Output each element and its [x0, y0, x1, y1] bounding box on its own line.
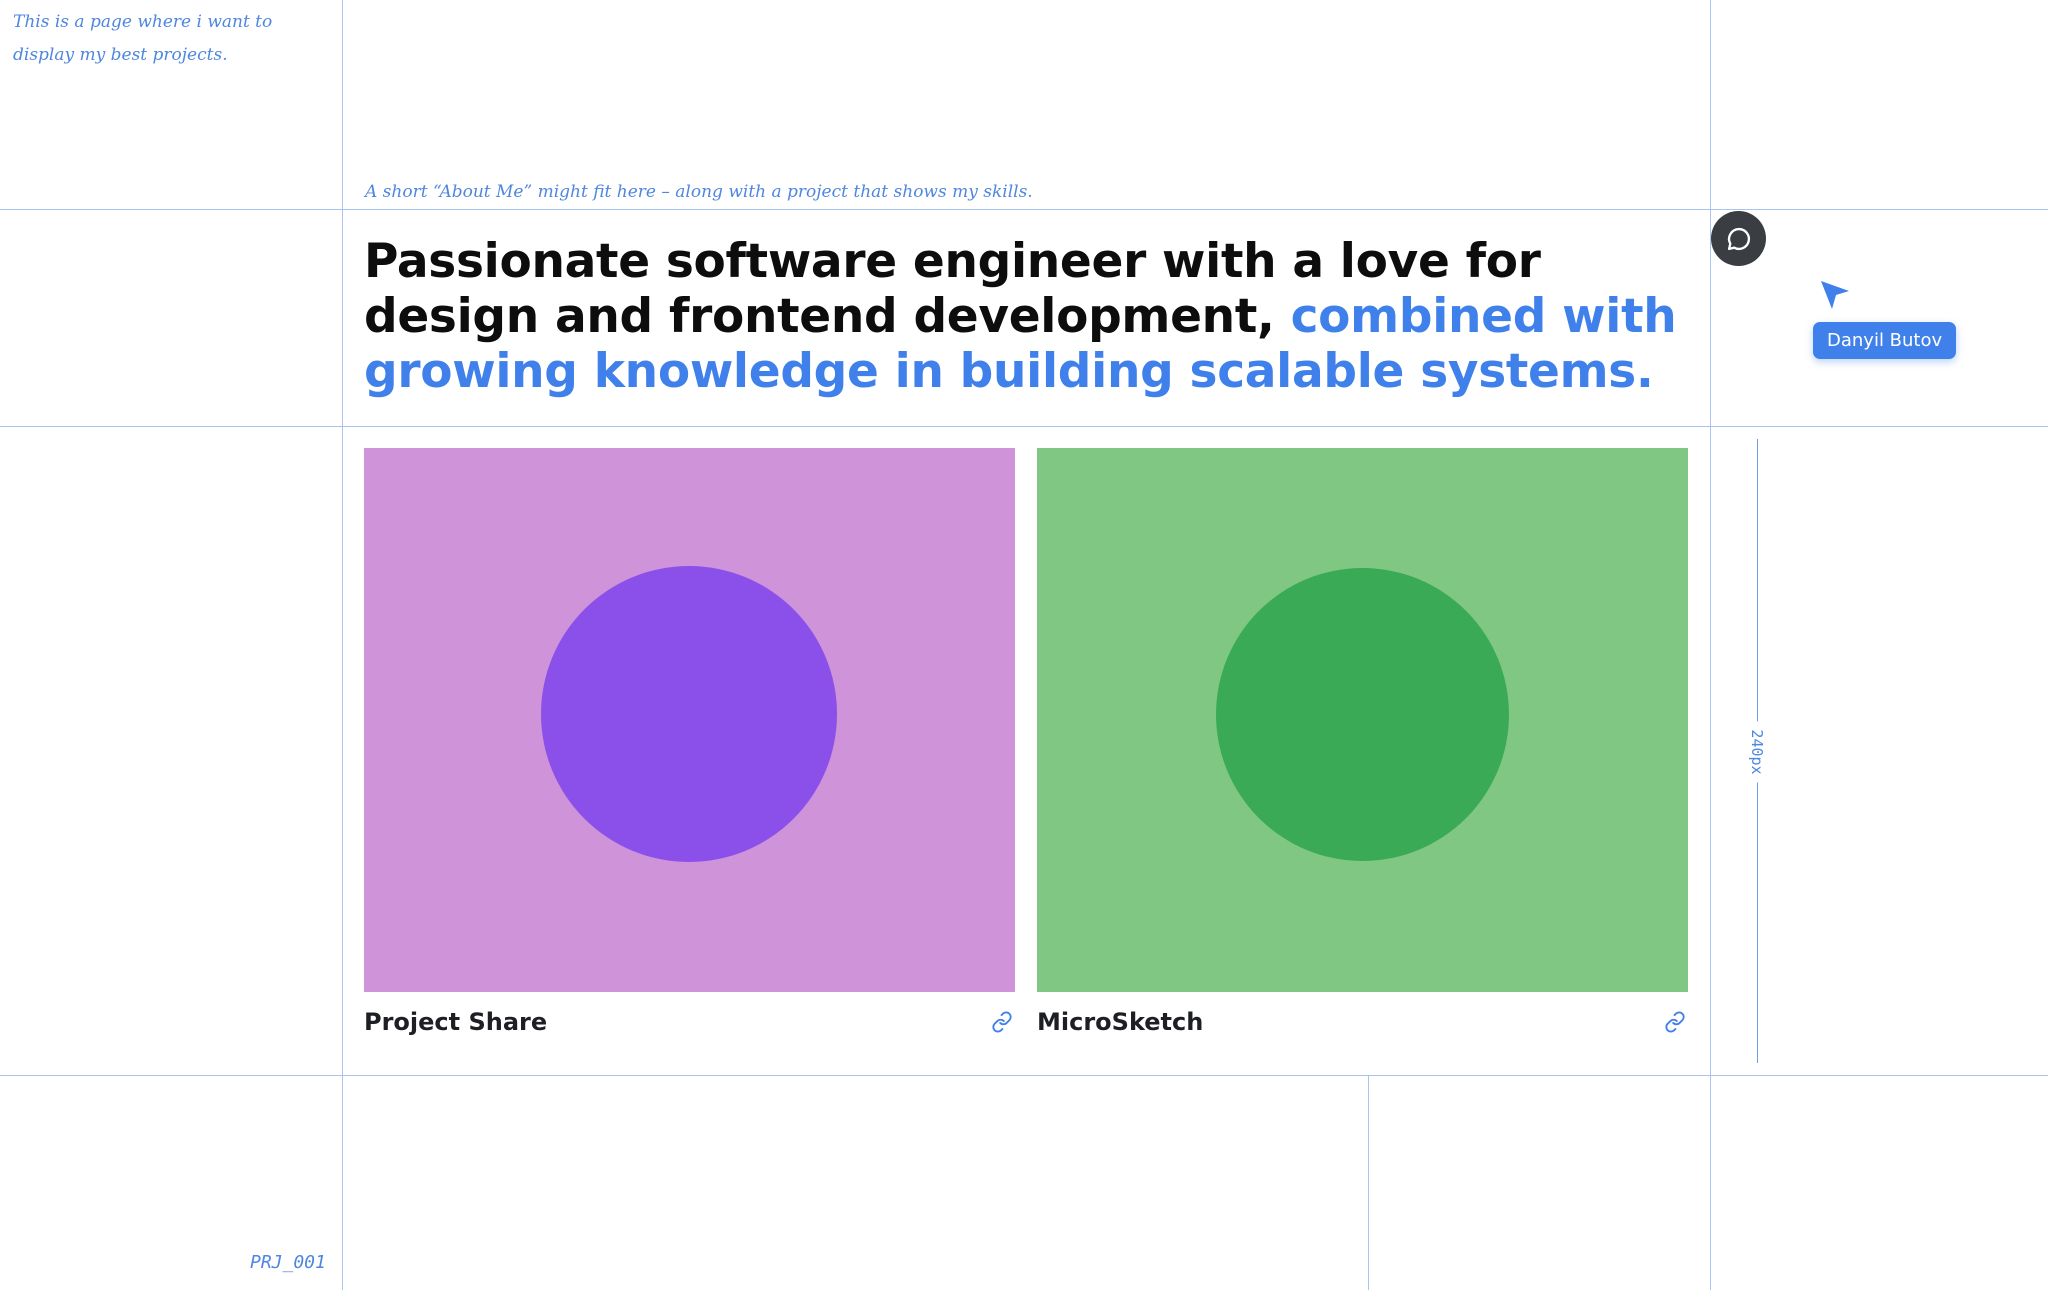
project-title: Project Share	[364, 1008, 548, 1036]
comment-button[interactable]	[1711, 211, 1766, 266]
dimension-label: 240px	[1746, 721, 1768, 783]
project-thumbnail-circle	[1216, 568, 1509, 861]
grid-line-horizontal	[0, 209, 2048, 210]
project-card-footer: Project Share	[364, 992, 1015, 1052]
grid-line-vertical	[1368, 1075, 1369, 1290]
canvas: This is a page where i want to display m…	[0, 0, 2048, 1290]
project-link-button[interactable]	[989, 1009, 1015, 1035]
link-icon	[992, 1011, 1012, 1033]
about-me-note: A short “About Me” might fit here – alon…	[365, 182, 1033, 202]
grid-line-horizontal	[0, 426, 2048, 427]
intro-headline: Passionate software engineer with a love…	[364, 234, 1694, 399]
project-card: MicroSketch	[1037, 448, 1688, 1052]
page-intro-note: This is a page where i want to display m…	[13, 12, 273, 65]
project-title: MicroSketch	[1037, 1008, 1204, 1036]
project-thumbnail[interactable]	[1037, 448, 1688, 992]
project-thumbnail-circle	[541, 566, 837, 862]
grid-line-horizontal	[0, 1075, 2048, 1076]
project-thumbnail[interactable]	[364, 448, 1015, 992]
project-card-footer: MicroSketch	[1037, 992, 1688, 1052]
comment-icon	[1727, 227, 1750, 250]
project-link-button[interactable]	[1662, 1009, 1688, 1035]
project-code-label: PRJ_001	[250, 1252, 326, 1273]
collaborator-name-tag: Danyil Butov	[1813, 322, 1957, 359]
grid-line-vertical	[1710, 0, 1711, 1290]
cursor-arrow-icon	[1821, 281, 1849, 309]
grid-line-vertical	[342, 0, 343, 1290]
project-card: Project Share	[364, 448, 1015, 1052]
link-icon	[1665, 1011, 1685, 1033]
